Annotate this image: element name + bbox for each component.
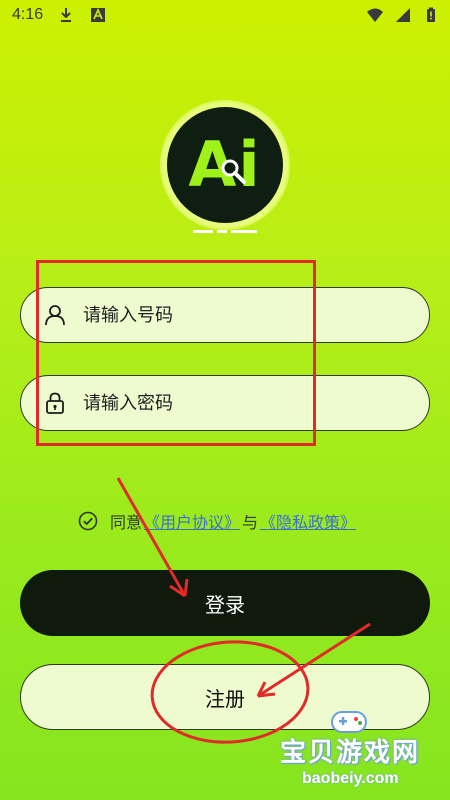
watermark-url: baobeiy.com [302,770,399,787]
wifi-icon [367,8,383,22]
logo-subtitle-mark [190,230,260,236]
check-circle-icon[interactable] [78,511,98,531]
app-logo: Ai [160,100,290,230]
a-icon [91,8,106,22]
agreement-prefix: 同意 [110,513,143,532]
phone-field[interactable] [20,287,430,343]
status-left: 4:16 [12,6,107,24]
password-field[interactable] [20,375,430,431]
status-bar: 4:16 [0,0,450,30]
logo-badge: Ai [167,107,283,223]
magnifier-icon [221,159,246,184]
register-button[interactable]: 注册 [20,664,430,730]
agreement-row: 同意 《用户协议》 与 《隐私政策》 [78,506,398,536]
signal-icon [396,8,410,22]
download-icon [61,8,72,22]
privacy-policy-link[interactable]: 《隐私政策》 [260,509,356,533]
phone-input[interactable] [81,303,405,327]
user-icon [45,305,65,326]
status-time: 4:16 [12,6,44,23]
lock-icon [46,392,64,414]
login-button[interactable]: 登录 [20,570,430,636]
watermark-title: 宝贝游戏网 [280,738,421,768]
user-agreement-link[interactable]: 《用户协议》 [144,509,240,533]
status-right [366,6,440,24]
agreement-joiner: 与 [242,513,259,532]
password-input[interactable] [81,391,405,415]
battery-icon [427,7,435,22]
